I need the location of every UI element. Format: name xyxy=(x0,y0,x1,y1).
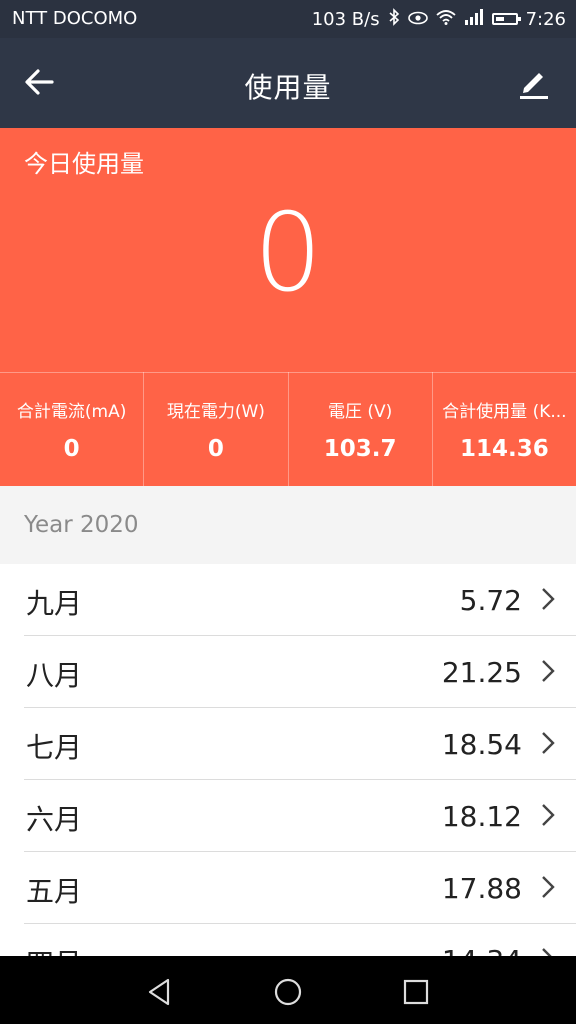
bluetooth-icon xyxy=(388,8,400,30)
stat-value: 0 xyxy=(207,435,224,462)
stat-label: 合計電流(mA) xyxy=(16,401,127,422)
month-label: 六月 xyxy=(26,803,83,836)
clock: 7:26 xyxy=(525,8,566,30)
stat-value: 0 xyxy=(63,435,80,462)
stat-voltage: 電圧 (V) 103.7 xyxy=(289,372,433,486)
monthly-usage-list: 九月 5.72 八月 21.25 七月 18.54 六月 18.12 五月 17… xyxy=(0,564,576,996)
month-value: 17.88 xyxy=(441,872,522,905)
nav-back-button[interactable] xyxy=(140,972,180,1012)
year-section-header: Year 2020 xyxy=(0,486,576,564)
pencil-icon xyxy=(520,73,548,99)
list-item[interactable]: 九月 5.72 xyxy=(24,564,576,636)
month-value: 21.25 xyxy=(441,656,522,689)
nav-recents-button[interactable] xyxy=(396,972,436,1012)
system-nav-bar xyxy=(0,956,576,1024)
eye-icon xyxy=(407,10,428,29)
chevron-right-icon xyxy=(542,804,555,826)
nav-home-button[interactable] xyxy=(268,972,308,1012)
app-toolbar: 使用量 xyxy=(0,38,576,128)
month-value: 18.12 xyxy=(441,800,522,833)
stats-row: 合計電流(mA) 0 現在電力(W) 0 電圧 (V) 103.7 合計使用量 … xyxy=(0,372,576,486)
stat-total-current: 合計電流(mA) 0 xyxy=(0,372,145,486)
network-speed: 103 B/s xyxy=(311,8,380,30)
month-label: 八月 xyxy=(26,659,83,692)
today-usage-panel: 今日使用量 0 合計電流(mA) 0 現在電力(W) 0 電圧 (V) 103.… xyxy=(0,128,576,486)
month-label: 九月 xyxy=(26,587,83,620)
wifi-icon xyxy=(435,9,456,29)
month-label: 七月 xyxy=(26,731,83,764)
month-value: 18.54 xyxy=(441,728,522,761)
month-value: 5.72 xyxy=(459,584,522,617)
chevron-right-icon xyxy=(542,588,555,610)
today-usage-value: 0 xyxy=(253,191,323,316)
stat-label: 電圧 (V) xyxy=(327,401,393,422)
stat-label: 合計使用量 (K... xyxy=(442,401,567,422)
list-item[interactable]: 七月 18.54 xyxy=(24,708,576,780)
year-title: Year 2020 xyxy=(24,512,139,538)
page-title: 使用量 xyxy=(244,71,332,104)
status-bar: NTT DOCOMO 103 B/s 7:26 xyxy=(0,0,576,38)
chevron-right-icon xyxy=(542,660,555,682)
list-item[interactable]: 八月 21.25 xyxy=(24,636,576,708)
stat-value: 114.36 xyxy=(459,435,549,462)
edit-button[interactable] xyxy=(512,60,556,104)
list-item[interactable]: 六月 18.12 xyxy=(24,780,576,852)
today-usage-label: 今日使用量 xyxy=(24,150,144,178)
chevron-right-icon xyxy=(542,876,555,898)
chevron-right-icon xyxy=(542,732,555,754)
stat-label: 現在電力(W) xyxy=(166,401,265,422)
signal-icon xyxy=(464,9,484,29)
stat-value: 103.7 xyxy=(323,435,397,462)
stat-current-power: 現在電力(W) 0 xyxy=(144,372,289,486)
carrier-label: NTT DOCOMO xyxy=(12,8,138,29)
stat-total-usage: 合計使用量 (K... 114.36 xyxy=(433,372,576,486)
battery-icon xyxy=(491,13,521,25)
month-label: 五月 xyxy=(26,875,83,908)
list-item[interactable]: 五月 17.88 xyxy=(24,852,576,924)
status-icons: 103 B/s 7:26 xyxy=(312,8,566,30)
